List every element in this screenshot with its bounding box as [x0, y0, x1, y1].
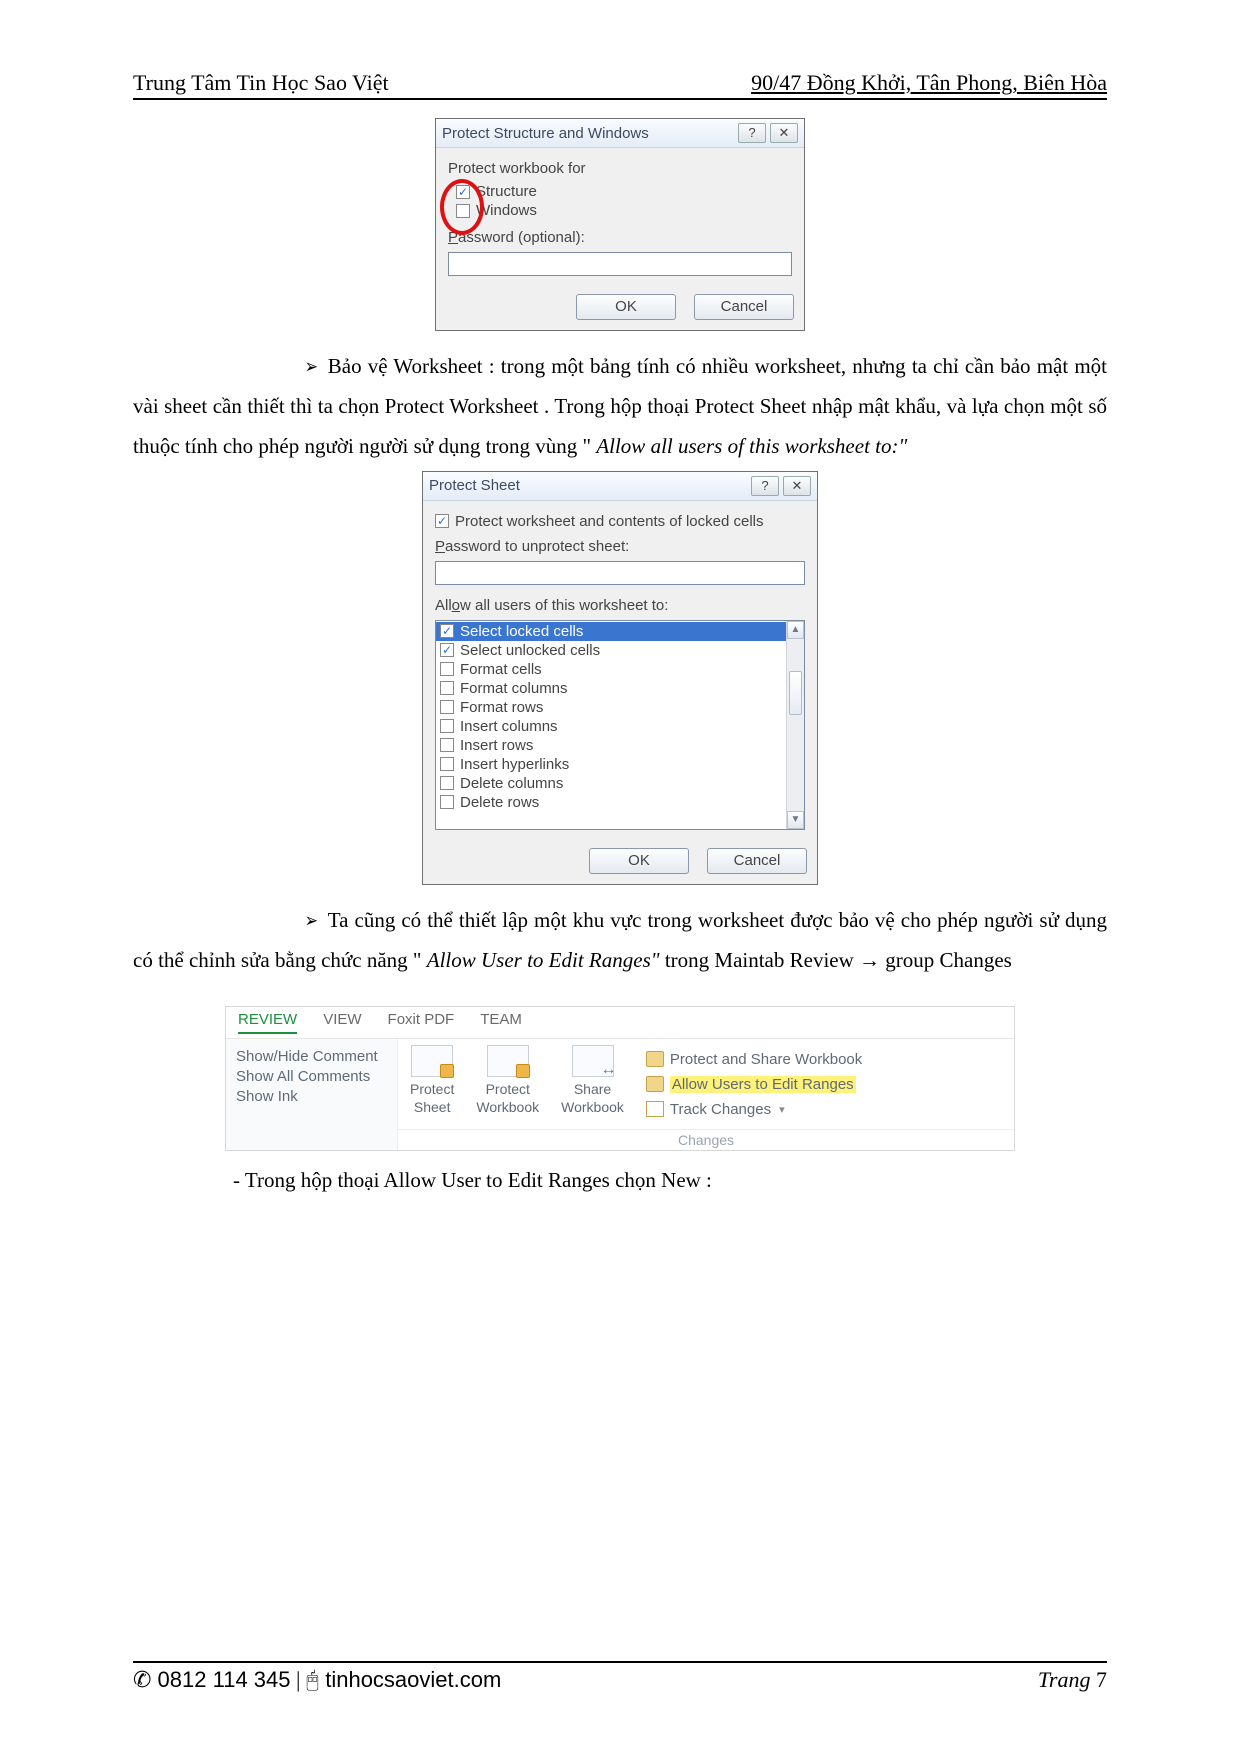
permission-item[interactable]: Format cells	[436, 660, 804, 679]
cancel-button[interactable]: Cancel	[707, 848, 807, 874]
scroll-thumb[interactable]	[789, 671, 802, 715]
permission-item[interactable]: Format columns	[436, 679, 804, 698]
close-button[interactable]: ✕	[783, 476, 811, 496]
comments-group: Show/Hide Comment Show All Comments Show…	[226, 1039, 398, 1150]
permission-checkbox[interactable]	[440, 700, 454, 714]
chevron-down-icon: ▾	[779, 1103, 785, 1116]
allow-edit-ranges-icon	[646, 1076, 664, 1092]
password-input[interactable]	[448, 252, 792, 276]
cancel-button[interactable]: Cancel	[694, 294, 794, 320]
protect-share-workbook[interactable]: Protect and Share Workbook	[646, 1048, 862, 1070]
ribbon-tabs: REVIEW VIEW Foxit PDF TEAM	[226, 1007, 1014, 1039]
permission-label: Insert rows	[460, 737, 533, 754]
dialog2-title: Protect Sheet	[429, 477, 747, 494]
changes-group-label: Changes	[398, 1129, 1014, 1150]
permission-item[interactable]: Delete rows	[436, 793, 804, 812]
protect-master-label: Protect worksheet and contents of locked…	[455, 513, 764, 530]
protect-sheet-icon	[411, 1045, 453, 1077]
protect-workbook-button[interactable]: ProtectWorkbook	[476, 1045, 539, 1116]
permission-item[interactable]: ✓ Select locked cells	[436, 622, 804, 641]
bullet-icon: ➢	[305, 348, 318, 386]
permission-checkbox[interactable]	[440, 738, 454, 752]
protect-structure-dialog: Protect Structure and Windows ? ✕ Protec…	[435, 118, 805, 331]
dialog1-titlebar: Protect Structure and Windows ? ✕	[436, 119, 804, 148]
protect-master-row[interactable]: ✓ Protect worksheet and contents of lock…	[435, 513, 805, 530]
protect-workbook-icon	[487, 1045, 529, 1077]
permission-checkbox[interactable]	[440, 776, 454, 790]
header-left: Trung Tâm Tin Học Sao Việt	[133, 70, 389, 96]
permission-label: Insert hyperlinks	[460, 756, 569, 773]
permission-item[interactable]: Insert hyperlinks	[436, 755, 804, 774]
bullet-icon: ➢	[305, 902, 318, 940]
permission-label: Delete rows	[460, 794, 539, 811]
show-all-comments[interactable]: Show All Comments	[236, 1068, 387, 1085]
permission-item[interactable]: Delete columns	[436, 774, 804, 793]
page-footer: ✆ 0812 114 345 | 🖰 tinhocsaoviet.com Tra…	[133, 1661, 1107, 1693]
password-label: Password (optional):	[448, 229, 792, 246]
list-scrollbar[interactable]: ▲ ▼	[786, 621, 804, 829]
paragraph-1: ➢Bảo vệ Worksheet : trong một bảng tính …	[133, 347, 1107, 467]
permission-checkbox[interactable]	[440, 795, 454, 809]
track-changes-icon	[646, 1101, 664, 1117]
permission-label: Format cells	[460, 661, 542, 678]
allow-users-label: Allow all users of this worksheet to:	[435, 597, 805, 614]
help-button[interactable]: ?	[738, 123, 766, 143]
track-changes[interactable]: Track Changes▾	[646, 1098, 862, 1120]
share-workbook-button[interactable]: ↔ ShareWorkbook	[561, 1045, 624, 1116]
show-hide-comment[interactable]: Show/Hide Comment	[236, 1048, 387, 1065]
windows-label: Windows	[476, 202, 537, 219]
show-ink[interactable]: Show Ink	[236, 1088, 387, 1105]
structure-label: Structure	[476, 183, 537, 200]
paragraph-2: ➢Ta cũng có thể thiết lập một khu vực tr…	[133, 901, 1107, 981]
close-button[interactable]: ✕	[770, 123, 798, 143]
permission-checkbox[interactable]: ✓	[440, 643, 454, 657]
permission-label: Insert columns	[460, 718, 558, 735]
password-unprotect-input[interactable]	[435, 561, 805, 585]
share-workbook-icon: ↔	[572, 1045, 614, 1077]
help-button[interactable]: ?	[751, 476, 779, 496]
scroll-up-icon[interactable]: ▲	[787, 621, 804, 639]
header-right: 90/47 Đồng Khởi, Tân Phong, Biên Hòa	[751, 70, 1107, 96]
page-number: Trang 7	[1038, 1667, 1107, 1693]
permission-label: Format rows	[460, 699, 543, 716]
windows-checkbox[interactable]	[456, 204, 470, 218]
permission-label: Format columns	[460, 680, 568, 697]
protect-master-checkbox[interactable]: ✓	[435, 514, 449, 528]
dialog1-title: Protect Structure and Windows	[442, 125, 734, 142]
permission-item[interactable]: Insert columns	[436, 717, 804, 736]
protect-share-icon	[646, 1051, 664, 1067]
permission-label: Select unlocked cells	[460, 642, 600, 659]
excel-ribbon: REVIEW VIEW Foxit PDF TEAM Show/Hide Com…	[225, 1006, 1015, 1151]
permission-checkbox[interactable]	[440, 662, 454, 676]
page-header: Trung Tâm Tin Học Sao Việt 90/47 Đồng Kh…	[133, 70, 1107, 100]
dialog2-titlebar: Protect Sheet ? ✕	[423, 472, 817, 501]
permissions-listbox[interactable]: ✓ Select locked cells ✓ Select unlocked cel…	[435, 620, 805, 830]
permission-item[interactable]: Format rows	[436, 698, 804, 717]
scroll-down-icon[interactable]: ▼	[787, 811, 804, 829]
permission-checkbox[interactable]	[440, 681, 454, 695]
permission-checkbox[interactable]	[440, 719, 454, 733]
tab-team[interactable]: TEAM	[480, 1011, 522, 1034]
password-unprotect-label: Password to unprotect sheet:	[435, 538, 805, 555]
ok-button[interactable]: OK	[589, 848, 689, 874]
protect-sheet-button[interactable]: ProtectSheet	[410, 1045, 454, 1116]
tab-review[interactable]: REVIEW	[238, 1011, 297, 1034]
protect-for-label: Protect workbook for	[448, 160, 792, 177]
allow-users-edit-ranges[interactable]: Allow Users to Edit Ranges	[646, 1073, 862, 1095]
paragraph-3: - Trong hộp thoại Allow User to Edit Ran…	[133, 1161, 1107, 1201]
structure-checkbox-row[interactable]: ✓ Structure	[456, 183, 792, 200]
footer-contact: ✆ 0812 114 345 | 🖰 tinhocsaoviet.com	[133, 1667, 501, 1693]
permission-item[interactable]: ✓ Select unlocked cells	[436, 641, 804, 660]
tab-view[interactable]: VIEW	[323, 1011, 361, 1034]
ok-button[interactable]: OK	[576, 294, 676, 320]
protect-sheet-dialog: Protect Sheet ? ✕ ✓ Protect worksheet an…	[422, 471, 818, 885]
permission-item[interactable]: Insert rows	[436, 736, 804, 755]
permission-label: Select locked cells	[460, 623, 583, 640]
windows-checkbox-row[interactable]: Windows	[456, 202, 792, 219]
permission-checkbox[interactable]: ✓	[440, 624, 454, 638]
permission-label: Delete columns	[460, 775, 563, 792]
structure-checkbox[interactable]: ✓	[456, 185, 470, 199]
permission-checkbox[interactable]	[440, 757, 454, 771]
tab-foxit[interactable]: Foxit PDF	[388, 1011, 455, 1034]
